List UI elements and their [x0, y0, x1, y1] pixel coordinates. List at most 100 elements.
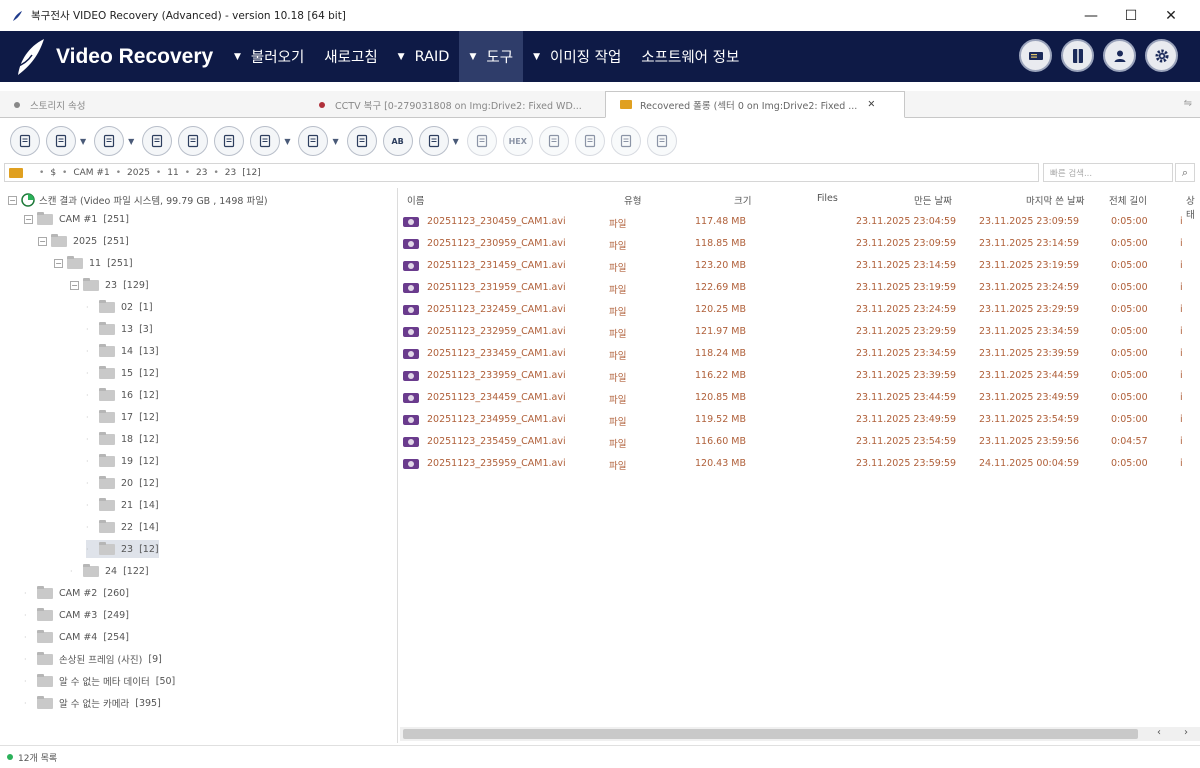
- breadcrumb-segment[interactable]: 2025: [127, 168, 150, 178]
- tab-storage-properties[interactable]: 스토리지 속성: [0, 91, 305, 118]
- tab-close-icon[interactable]: ✕: [867, 99, 875, 110]
- column-header[interactable]: 유형: [624, 193, 641, 207]
- table-row[interactable]: 20251123_235459_CAM1.avi 파일 116.60 MB 23.11…: [400, 431, 1200, 453]
- collapse-icon[interactable]: −: [54, 258, 63, 268]
- tree-node[interactable]: · 16 [12]: [86, 386, 159, 404]
- tree-node[interactable]: · 19 [12]: [86, 452, 159, 470]
- copy-icon[interactable]: [574, 126, 605, 156]
- menu-item-0[interactable]: ▼ 불러오기: [224, 31, 314, 82]
- split-icon[interactable]: [646, 126, 677, 156]
- breadcrumb-segment[interactable]: $: [50, 168, 56, 178]
- table-row[interactable]: 20251123_231459_CAM1.avi 파일 123.20 MB 23.11…: [400, 255, 1200, 277]
- tree-node[interactable]: · 알 수 없는 메타 데이터 [50]: [24, 672, 175, 690]
- user-icon[interactable]: [1103, 39, 1136, 72]
- collapse-icon[interactable]: −: [70, 280, 79, 290]
- book-icon[interactable]: [1061, 39, 1094, 72]
- breadcrumb-segment[interactable]: 23: [225, 168, 236, 178]
- breadcrumb-segment[interactable]: CAM #1: [73, 168, 109, 178]
- filter-icon[interactable]: [250, 126, 281, 156]
- document-icon[interactable]: [466, 126, 497, 156]
- tree-node[interactable]: · CAM #4 [254]: [24, 628, 129, 646]
- tree-node[interactable]: · CAM #2 [260]: [24, 584, 129, 602]
- tree-node[interactable]: · 손상된 프레임 (사진) [9]: [24, 650, 162, 668]
- tree-node[interactable]: · 20 [12]: [86, 474, 159, 492]
- settings-gear-icon[interactable]: [1145, 39, 1178, 72]
- grid-view-icon[interactable]: [46, 126, 76, 156]
- collapse-icon[interactable]: −: [8, 195, 17, 205]
- column-header[interactable]: 만든 날짜: [914, 193, 952, 207]
- merge-icon[interactable]: [610, 126, 641, 156]
- tree-node[interactable]: − 2025 [251]: [38, 232, 129, 250]
- dropdown-arrow-icon[interactable]: ▼: [80, 137, 86, 146]
- table-row[interactable]: 20251123_231959_CAM1.avi 파일 122.69 MB 23.11…: [400, 277, 1200, 299]
- page-icon[interactable]: [538, 126, 569, 156]
- breadcrumb-segment[interactable]: [12]: [242, 168, 260, 178]
- column-header[interactable]: 크기: [734, 193, 751, 207]
- tree-node[interactable]: − 11 [251]: [54, 254, 133, 272]
- list-icon[interactable]: [214, 126, 245, 156]
- table-row[interactable]: 20251123_230959_CAM1.avi 파일 118.85 MB 23.11…: [400, 233, 1200, 255]
- scroll-left-icon[interactable]: ‹: [1157, 727, 1161, 738]
- menu-item-1[interactable]: 새로고침: [314, 31, 387, 82]
- tree-node[interactable]: · CAM #3 [249]: [24, 606, 129, 624]
- tree-node[interactable]: · 14 [13]: [86, 342, 159, 360]
- tree-node[interactable]: · 02 [1]: [86, 298, 153, 316]
- tree-node[interactable]: · 24 [122]: [70, 562, 149, 580]
- scrollbar-thumb[interactable]: [403, 729, 1138, 739]
- table-row[interactable]: 20251123_232459_CAM1.avi 파일 120.25 MB 23.11…: [400, 299, 1200, 321]
- quick-search-input[interactable]: 빠른 검색...: [1043, 163, 1173, 182]
- breadcrumb-segment[interactable]: 11: [167, 168, 178, 178]
- column-header[interactable]: 이름: [407, 193, 424, 207]
- tab-cctv-recovery[interactable]: CCTV 복구 [0-279031808 on Img:Drive2: Fixe…: [305, 91, 605, 118]
- menu-item-2[interactable]: ▼ RAID: [388, 31, 460, 82]
- dropdown-arrow-icon[interactable]: ▼: [453, 137, 459, 146]
- export-icon[interactable]: [142, 126, 173, 156]
- tree-node[interactable]: · 21 [14]: [86, 496, 159, 514]
- collapse-icon[interactable]: −: [38, 236, 47, 246]
- tree-root[interactable]: − 스캔 결과 (Video 파일 시스템, 99.79 GB , 1498 파…: [8, 191, 268, 209]
- table-row[interactable]: 20251123_233459_CAM1.avi 파일 118.24 MB 23.11…: [400, 343, 1200, 365]
- tree-node[interactable]: · 15 [12]: [86, 364, 159, 382]
- collapse-icon[interactable]: −: [24, 214, 33, 224]
- table-row[interactable]: 20251123_234459_CAM1.avi 파일 120.85 MB 23.11…: [400, 387, 1200, 409]
- column-header[interactable]: Files: [817, 193, 838, 204]
- save-icon[interactable]: [94, 126, 125, 156]
- column-header[interactable]: 전체 길이: [1109, 193, 1147, 207]
- binoculars-icon[interactable]: [346, 126, 377, 156]
- tab-overflow-icon[interactable]: ⇋: [1184, 98, 1192, 109]
- file-properties-icon[interactable]: [10, 126, 40, 156]
- breadcrumb-segment[interactable]: 23: [196, 168, 207, 178]
- close-window-button[interactable]: ✕: [1151, 0, 1191, 31]
- minimize-button[interactable]: —: [1071, 0, 1111, 31]
- tree-node[interactable]: · 23 [12]: [86, 540, 159, 558]
- dropdown-arrow-icon[interactable]: ▼: [128, 137, 134, 146]
- tree-node[interactable]: · 13 [3]: [86, 320, 153, 338]
- tree-node[interactable]: · 18 [12]: [86, 430, 159, 448]
- dropdown-arrow-icon[interactable]: ▼: [332, 137, 338, 146]
- table-row[interactable]: 20251123_235959_CAM1.avi 파일 120.43 MB 23.11…: [400, 453, 1200, 475]
- table-row[interactable]: 20251123_233959_CAM1.avi 파일 116.22 MB 23.11…: [400, 365, 1200, 387]
- table-row[interactable]: 20251123_230459_CAM1.avi 파일 117.48 MB 23.11…: [400, 211, 1200, 233]
- drive-icon[interactable]: [1019, 39, 1052, 72]
- preview-icon[interactable]: [298, 126, 329, 156]
- tree-node[interactable]: · 알 수 없는 카메라 [395]: [24, 694, 161, 712]
- menu-item-4[interactable]: ▼ 이미징 작업: [523, 31, 631, 82]
- search-icon[interactable]: ⌕: [1175, 163, 1195, 182]
- table-row[interactable]: 20251123_234959_CAM1.avi 파일 119.52 MB 23.11…: [400, 409, 1200, 431]
- tree-node[interactable]: · 17 [12]: [86, 408, 159, 426]
- tree-view-icon[interactable]: [418, 126, 449, 156]
- tree-node[interactable]: · 22 [14]: [86, 518, 159, 536]
- dropdown-arrow-icon[interactable]: ▼: [284, 137, 290, 146]
- menu-item-5[interactable]: 소프트웨어 정보: [631, 31, 749, 82]
- horizontal-scrollbar[interactable]: ‹ ›: [400, 727, 1200, 741]
- ab-text-icon[interactable]: AB: [382, 126, 413, 156]
- wand-icon[interactable]: [178, 126, 209, 156]
- scroll-right-icon[interactable]: ›: [1184, 727, 1188, 738]
- tree-node[interactable]: − 23 [129]: [70, 276, 149, 294]
- tab-recovered-folder[interactable]: Recovered 폴롱 (섹터 0 on Img:Drive2: Fixed …: [605, 91, 905, 118]
- tree-node[interactable]: − CAM #1 [251]: [24, 210, 129, 228]
- column-header[interactable]: 마지막 쓴 날짜: [1026, 193, 1084, 207]
- table-row[interactable]: 20251123_232959_CAM1.avi 파일 121.97 MB 23.11…: [400, 321, 1200, 343]
- maximize-button[interactable]: ☐: [1111, 0, 1151, 31]
- hex-icon[interactable]: HEX: [502, 126, 533, 156]
